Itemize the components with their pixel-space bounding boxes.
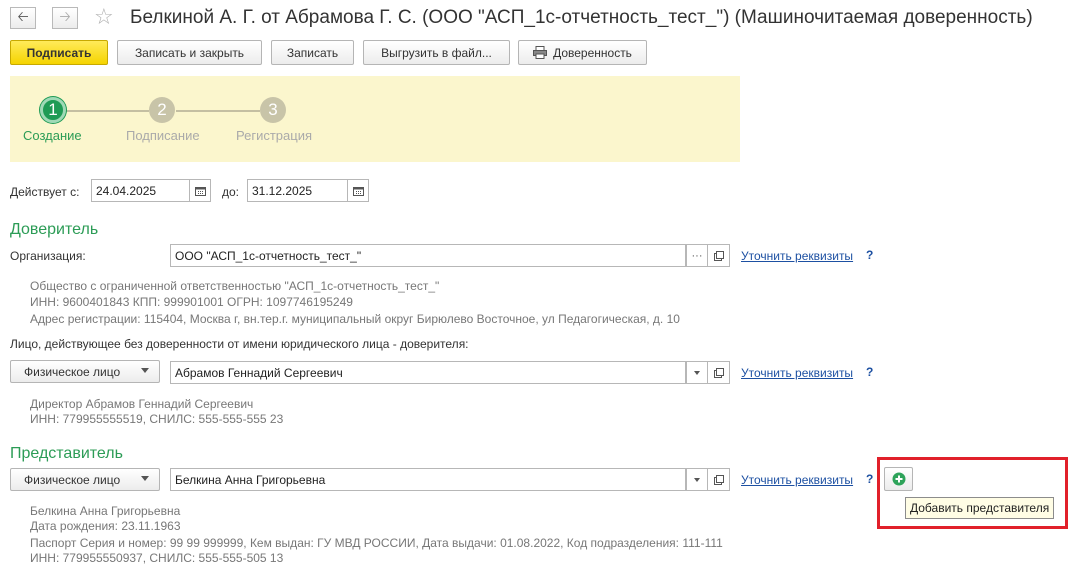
organization-select-button[interactable]: ··· (686, 244, 708, 267)
org-ids-text: ИНН: 9600401843 КПП: 999901001 ОГРН: 109… (30, 295, 353, 309)
arrow-right-icon: 🡢 (59, 8, 71, 24)
principal-person-position-text: Директор Абрамов Геннадий Сергеевич (30, 397, 254, 411)
step-3-label: Регистрация (236, 128, 312, 143)
add-representative-button[interactable] (884, 467, 913, 491)
step-2-label: Подписание (126, 128, 200, 143)
step-1-circle: 1 (40, 97, 66, 123)
open-form-icon (713, 367, 724, 378)
representative-birthdate-text: Дата рождения: 23.11.1963 (30, 519, 181, 533)
representative-clarify-details-link[interactable]: Уточнить реквизиты (741, 473, 853, 487)
representative-person-type-value: Физическое лицо (24, 472, 121, 487)
valid-from-label: Действует с: (10, 185, 80, 199)
principal-help-icon[interactable]: ? (866, 248, 873, 262)
back-button[interactable]: 🡠 (10, 7, 36, 29)
valid-from-input[interactable]: 24.04.2025 (91, 179, 190, 202)
valid-to-calendar-button[interactable] (348, 179, 369, 202)
open-form-icon (713, 250, 724, 261)
representative-section-title: Представитель (10, 445, 123, 462)
representative-ids-text: ИНН: 779955550937, СНИЛС: 555-555-505 13 (30, 551, 284, 565)
representative-person-input[interactable]: Белкина Анна Григорьевна (170, 468, 686, 491)
org-full-name-text: Общество с ограниченной ответственностью… (30, 279, 440, 293)
representative-person-open-button[interactable] (708, 468, 730, 491)
principal-person-ids-text: ИНН: 779955555519, СНИЛС: 555-555-555 23 (30, 412, 284, 426)
step-2-circle: 2 (149, 97, 175, 123)
save-button[interactable]: Записать (271, 40, 354, 65)
plus-circle-icon (892, 472, 905, 486)
principal-person-clarify-link[interactable]: Уточнить реквизиты (741, 366, 853, 380)
principal-person-label: Лицо, действующее без доверенности от им… (10, 337, 469, 351)
status-steps-panel (10, 76, 740, 162)
principal-person-type-value: Физическое лицо (24, 364, 121, 379)
organization-label: Организация: (10, 249, 86, 263)
principal-person-dropdown-button[interactable] (686, 361, 708, 384)
representative-name-text: Белкина Анна Григорьевна (30, 504, 181, 518)
forward-button[interactable]: 🡢 (52, 7, 78, 29)
export-to-file-button[interactable]: Выгрузить в файл... (363, 40, 510, 65)
principal-person-help-icon[interactable]: ? (866, 365, 873, 379)
principal-person-type-select[interactable]: Физическое лицо (10, 360, 160, 383)
valid-from-calendar-button[interactable] (190, 179, 211, 202)
arrow-left-icon: 🡠 (17, 8, 29, 24)
favorite-star-icon[interactable]: ☆ (94, 4, 114, 30)
valid-to-input[interactable]: 31.12.2025 (247, 179, 348, 202)
representative-person-type-select[interactable]: Физическое лицо (10, 468, 160, 491)
org-address-text: Адрес регистрации: 115404, Москва г, вн.… (30, 312, 680, 326)
representative-passport-text: Паспорт Серия и номер: 99 99 999999, Кем… (30, 536, 723, 550)
principal-person-input[interactable]: Абрамов Геннадий Сергеевич (170, 361, 686, 384)
valid-to-label: до: (222, 185, 240, 199)
representative-help-icon[interactable]: ? (866, 472, 873, 486)
add-representative-tooltip: Добавить представителя (905, 497, 1055, 519)
principal-section-title: Доверитель (10, 221, 99, 238)
step-connector (176, 110, 260, 112)
dropdown-arrow-icon (694, 370, 700, 375)
open-form-icon (713, 474, 724, 485)
organization-open-button[interactable] (708, 244, 730, 267)
power-of-attorney-print-button[interactable]: Доверенность (518, 40, 647, 65)
organization-input[interactable]: ООО "АСП_1с-отчетность_тест_" (170, 244, 686, 267)
page-title: Белкиной А. Г. от Абрамова Г. С. (ООО "А… (130, 7, 1033, 28)
principal-person-open-button[interactable] (708, 361, 730, 384)
dropdown-arrow-icon (694, 477, 700, 482)
save-and-close-button[interactable]: Записать и закрыть (117, 40, 262, 65)
printer-icon (533, 46, 548, 59)
representative-person-dropdown-button[interactable] (686, 468, 708, 491)
power-of-attorney-label: Доверенность (553, 45, 632, 60)
calendar-icon (194, 186, 206, 196)
chevron-down-icon (141, 368, 149, 373)
sign-button[interactable]: Подписать (10, 40, 108, 65)
chevron-down-icon (141, 476, 149, 481)
calendar-icon (352, 186, 364, 196)
principal-clarify-details-link[interactable]: Уточнить реквизиты (741, 249, 853, 263)
step-1-label: Создание (23, 128, 82, 143)
step-connector (66, 110, 149, 112)
step-3-circle: 3 (260, 97, 286, 123)
